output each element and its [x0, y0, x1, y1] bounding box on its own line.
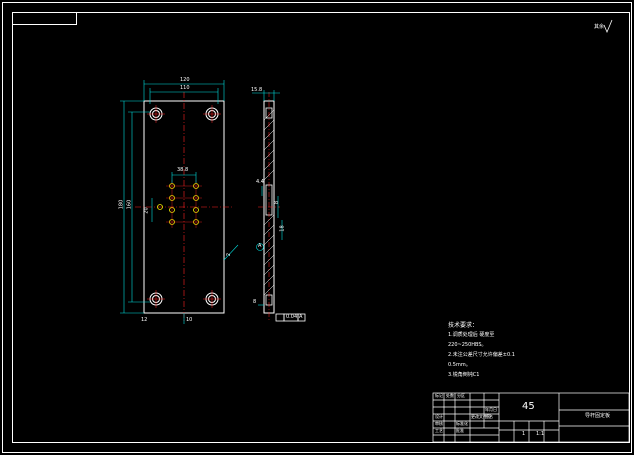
tech-heading: 技术要求：: [448, 322, 479, 329]
tech-item-3: 2.未注公差尺寸允许偏差±0.1: [448, 352, 515, 358]
dim-left-inner: 160: [126, 199, 133, 210]
inner-frame: [12, 12, 630, 443]
dim-hole-spacing-x: 38.8: [177, 167, 189, 173]
material-label: 45: [522, 401, 535, 412]
tb-row-9: 标准化: [456, 421, 468, 426]
dim-side-dia: 18: [279, 225, 286, 232]
dim-center: 12: [141, 317, 148, 323]
tech-item-2: 220~250HBS。: [448, 342, 487, 348]
tech-requirements: 技术要求： 1.调质处理后 硬度至 220~250HBS。 2.未注公差尺寸允许…: [448, 323, 515, 378]
outer-frame: [2, 2, 632, 453]
dim-bottom: 10: [186, 317, 193, 323]
tb-row-5: 年月日: [485, 407, 497, 412]
tech-item-1: 1.调质处理后 硬度至: [448, 332, 495, 338]
dim-top-width: 120: [180, 77, 190, 83]
sheet-value: 1: [522, 431, 526, 437]
tb-row-10: 批准: [456, 428, 464, 433]
dim-top-width-inner: 110: [180, 85, 190, 91]
drawing-canvas: [0, 0, 634, 455]
roughness-note: 其余: [594, 24, 605, 30]
part-name: 导杆固定板: [585, 413, 611, 419]
dim-side-mid: 4.4: [256, 179, 264, 185]
tolerance-value: 0.04: [286, 314, 298, 320]
side-view: [258, 92, 280, 322]
tb-row-2: 分区: [457, 393, 465, 398]
tb-row-0: 标记: [435, 393, 443, 398]
dim-hole-spacing-y: 20: [143, 207, 150, 214]
side-dimensions: [252, 90, 283, 306]
tech-item-4: 0.5mm。: [448, 362, 471, 368]
tb-row-8: 工艺: [435, 428, 443, 433]
id-box: [12, 12, 77, 25]
scale-value: 1:1: [536, 431, 545, 437]
tb-row-6: 设计: [435, 414, 443, 419]
tb-row-7: 审核: [435, 421, 443, 426]
tb-row-1: 处数: [446, 393, 454, 398]
dim-side-bottom: 8: [253, 299, 257, 305]
front-dimensions: [120, 80, 239, 324]
tech-item-5: 3.锐角倒钝C1: [448, 372, 480, 378]
tb-row-4: 签名: [485, 414, 493, 419]
dim-right-r: 2: [226, 252, 233, 257]
dim-side-pitch: 8: [274, 200, 281, 205]
tolerance-datum: A: [299, 314, 303, 320]
dim-side-top: 15.8: [251, 87, 263, 93]
datum-label: A: [258, 243, 262, 249]
roughness-symbol: [603, 19, 613, 34]
dim-left-outer: 180: [118, 199, 125, 210]
